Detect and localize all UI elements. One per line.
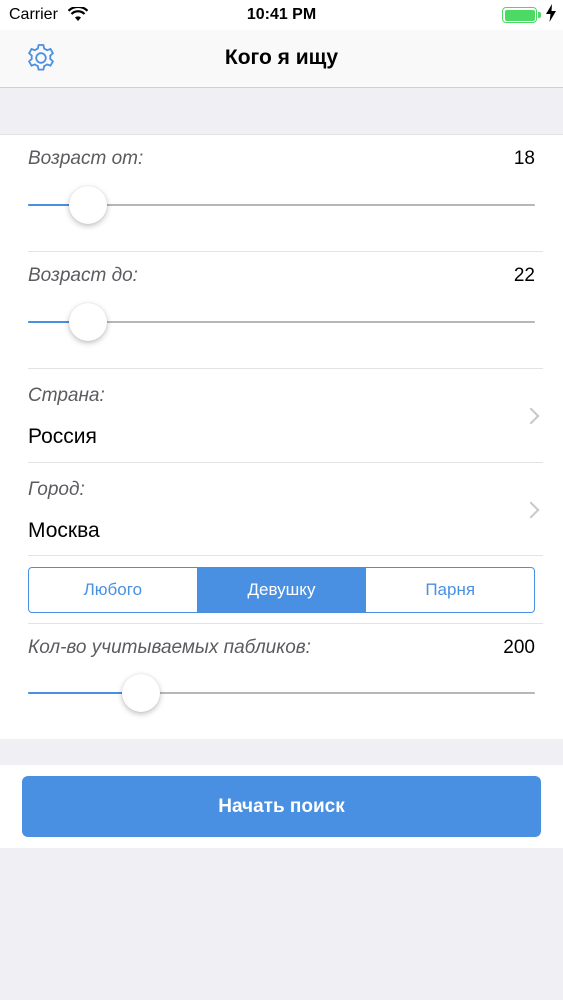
- gender-segmented-control: Любого Девушку Парня: [28, 567, 535, 613]
- publics-count-slider[interactable]: [28, 673, 535, 713]
- age-to-slider[interactable]: [28, 302, 535, 342]
- separator: [28, 555, 543, 556]
- page-title: Кого я ищу: [224, 46, 339, 69]
- slider-thumb[interactable]: [69, 303, 108, 341]
- city-value: Москва: [28, 519, 100, 542]
- age-from-slider[interactable]: [28, 185, 535, 225]
- separator: [28, 623, 543, 624]
- age-to-label: Возраст до:: [28, 265, 138, 286]
- chevron-right-icon: [522, 407, 540, 425]
- country-row[interactable]: Страна: Россия: [0, 369, 563, 462]
- segment-any[interactable]: Любого: [29, 568, 197, 612]
- age-to-value: 22: [513, 265, 535, 286]
- action-area: Начать поиск: [0, 765, 563, 848]
- country-value: Россия: [28, 425, 97, 448]
- status-time: 10:41 PM: [246, 6, 317, 23]
- search-form: Возраст от: 18 Возраст до: 22 Страна: Ро…: [0, 134, 563, 739]
- chevron-right-icon: [522, 501, 540, 519]
- navigation-bar: Кого я ищу: [0, 30, 563, 88]
- slider-thumb[interactable]: [121, 674, 160, 712]
- segment-guy[interactable]: Парня: [365, 568, 534, 612]
- publics-count-value: 200: [503, 637, 535, 658]
- segment-girl[interactable]: Девушку: [196, 568, 366, 612]
- slider-thumb[interactable]: [69, 186, 108, 224]
- battery-icon: [502, 7, 537, 23]
- publics-count-label: Кол-во учитываемых пабликов:: [28, 637, 311, 658]
- city-row[interactable]: Город: Москва: [0, 463, 563, 556]
- start-search-button[interactable]: Начать поиск: [22, 776, 541, 837]
- country-label: Страна:: [28, 385, 105, 406]
- battery-tip: [538, 12, 541, 18]
- status-bar: Carrier 10:41 PM: [0, 0, 563, 30]
- age-from-value: 18: [513, 148, 535, 169]
- age-from-label: Возраст от:: [28, 148, 144, 169]
- separator: [28, 251, 543, 252]
- charging-icon: [546, 4, 556, 27]
- city-label: Город:: [28, 479, 85, 500]
